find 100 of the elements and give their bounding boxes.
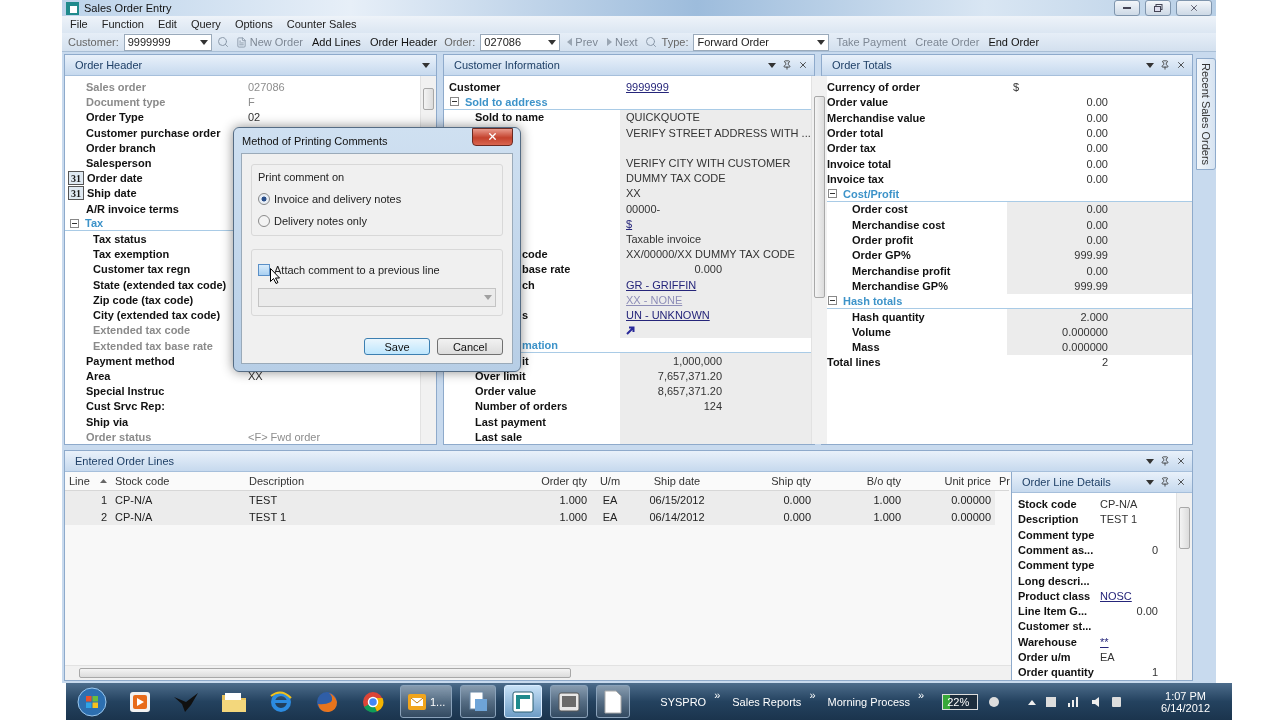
globe-icon[interactable] xyxy=(269,689,293,714)
field-value: 027086 xyxy=(248,81,285,94)
chevron[interactable]: » xyxy=(714,689,721,701)
bird-icon[interactable] xyxy=(173,690,199,713)
scrollbar[interactable] xyxy=(1176,493,1192,680)
field-label: Order status xyxy=(86,430,152,443)
arrow-icon[interactable] xyxy=(626,325,635,335)
taskbar-button[interactable] xyxy=(596,685,631,718)
panel-title: Order Line Details xyxy=(1022,476,1112,489)
menu-item[interactable]: Options xyxy=(234,18,273,31)
field-value: 0.00 xyxy=(1085,96,1108,109)
section-title: Hash totals xyxy=(843,294,903,307)
close-button[interactable] xyxy=(472,127,513,146)
field-label: Invoice tax xyxy=(827,172,884,185)
field-label: Order value xyxy=(475,385,537,398)
side-tab[interactable]: Recent Sales Orders xyxy=(1196,58,1216,171)
menu-item[interactable]: Edit xyxy=(157,18,177,31)
pin-icon[interactable] xyxy=(782,60,792,71)
menu-item[interactable]: Query xyxy=(190,18,221,31)
close-icon[interactable] xyxy=(1176,477,1186,488)
toolbar-label[interactable]: Morning Process xyxy=(827,695,911,708)
checkbox[interactable]: Attach comment to a previous line xyxy=(258,264,496,276)
field-label: Order quantity xyxy=(1018,666,1094,679)
caret-icon[interactable] xyxy=(548,39,557,45)
field-label: Merchandise GP% xyxy=(852,279,948,292)
calendar-icon[interactable]: 31 xyxy=(68,171,84,186)
wheel-icon[interactable] xyxy=(361,689,385,714)
chevron[interactable]: » xyxy=(809,689,816,701)
combo-field[interactable]: 9999999 xyxy=(123,33,212,51)
taskbar-button[interactable] xyxy=(460,685,497,718)
menu-item[interactable]: Function xyxy=(101,18,144,31)
toolbar-label[interactable]: Sales Reports xyxy=(732,695,802,708)
radio-option[interactable]: Delivery notes only xyxy=(258,215,496,227)
globe-icon[interactable] xyxy=(315,689,339,714)
taskbar-button[interactable] xyxy=(550,685,589,718)
collapse-icon[interactable] xyxy=(450,97,459,107)
caret-icon[interactable] xyxy=(817,39,826,45)
radio-option[interactable]: Invoice and delivery notes xyxy=(258,193,496,205)
toolbar-button[interactable]: End Order xyxy=(986,36,1042,49)
toolbar-label[interactable]: SYSPRO xyxy=(660,695,707,708)
combo-field[interactable]: 027086 xyxy=(480,33,561,51)
close-icon[interactable] xyxy=(798,60,808,71)
clock-time[interactable]: 1:07 PM xyxy=(1165,689,1206,702)
taskbar-button[interactable]: 1... xyxy=(400,685,453,718)
field-value: 0.000 xyxy=(693,263,722,276)
dropdown-icon[interactable] xyxy=(1146,479,1154,485)
app-logo-icon xyxy=(511,689,536,714)
pin-icon[interactable] xyxy=(1160,456,1170,467)
close-icon[interactable] xyxy=(1176,60,1186,71)
battery-indicator[interactable]: 22% xyxy=(942,693,979,710)
dropdown-icon[interactable] xyxy=(768,62,776,68)
link[interactable]: 9999999 xyxy=(626,81,669,94)
dialog-button[interactable]: Cancel xyxy=(437,338,503,355)
start-button[interactable] xyxy=(77,686,107,717)
field-value: 999.99 xyxy=(1073,279,1108,292)
dropdown-icon[interactable] xyxy=(1146,458,1154,464)
field-label: Ship date xyxy=(87,187,137,200)
close-button[interactable] xyxy=(1176,0,1212,16)
field-label: Long descri... xyxy=(1018,574,1090,587)
field-value: 0 xyxy=(1150,543,1158,556)
dropdown-icon[interactable] xyxy=(1146,62,1154,68)
calendar-icon[interactable]: 31 xyxy=(68,186,84,201)
toolbar-button[interactable]: Order Header xyxy=(367,36,440,49)
field-label: Merchandise profit xyxy=(852,264,951,277)
mail-icon xyxy=(407,691,427,712)
play-icon[interactable] xyxy=(129,690,151,713)
toolbar-button[interactable]: Add Lines xyxy=(309,36,363,49)
field-label: Last payment xyxy=(475,415,546,428)
scrollbar[interactable] xyxy=(65,665,1011,680)
table-cell: 0.00000 xyxy=(905,508,995,526)
pin-icon[interactable] xyxy=(1160,60,1170,71)
restore-button[interactable] xyxy=(1145,0,1171,16)
collapse-icon[interactable] xyxy=(828,189,837,199)
field-label: Payment method xyxy=(86,354,175,367)
menu-item[interactable]: File xyxy=(70,18,88,31)
minimize-button[interactable] xyxy=(1114,0,1140,16)
menu-item[interactable]: Counter Sales xyxy=(286,18,357,31)
field-label: Sold to name xyxy=(475,111,545,124)
field-value: 2.000 xyxy=(1079,310,1108,323)
collapse-icon[interactable] xyxy=(828,296,837,306)
collapse-icon[interactable] xyxy=(70,218,79,228)
link[interactable]: $ xyxy=(626,217,633,230)
link[interactable]: NOSC xyxy=(1100,589,1132,602)
dialog-button[interactable]: Save xyxy=(364,338,430,355)
chevron[interactable]: » xyxy=(918,689,925,701)
combo-field[interactable]: Forward Order xyxy=(693,33,830,51)
caret-icon[interactable] xyxy=(199,39,208,45)
table-cell: CP-N/A xyxy=(111,508,245,526)
field-value: Taxable invoice xyxy=(626,233,702,246)
link[interactable]: ** xyxy=(1100,635,1109,648)
table-cell: EA xyxy=(591,508,629,526)
dropdown-icon[interactable] xyxy=(422,62,430,68)
clock-date[interactable]: 6/14/2012 xyxy=(1161,701,1210,714)
pin-icon[interactable] xyxy=(1160,477,1170,488)
field-label: Order GP% xyxy=(852,249,911,262)
close-icon xyxy=(1189,3,1199,13)
close-icon[interactable] xyxy=(1176,456,1186,467)
folder-icon[interactable] xyxy=(221,690,247,713)
field-label: Invoice total xyxy=(827,157,892,170)
field-value: VERIFY CITY WITH CUSTOMER xyxy=(626,157,791,170)
